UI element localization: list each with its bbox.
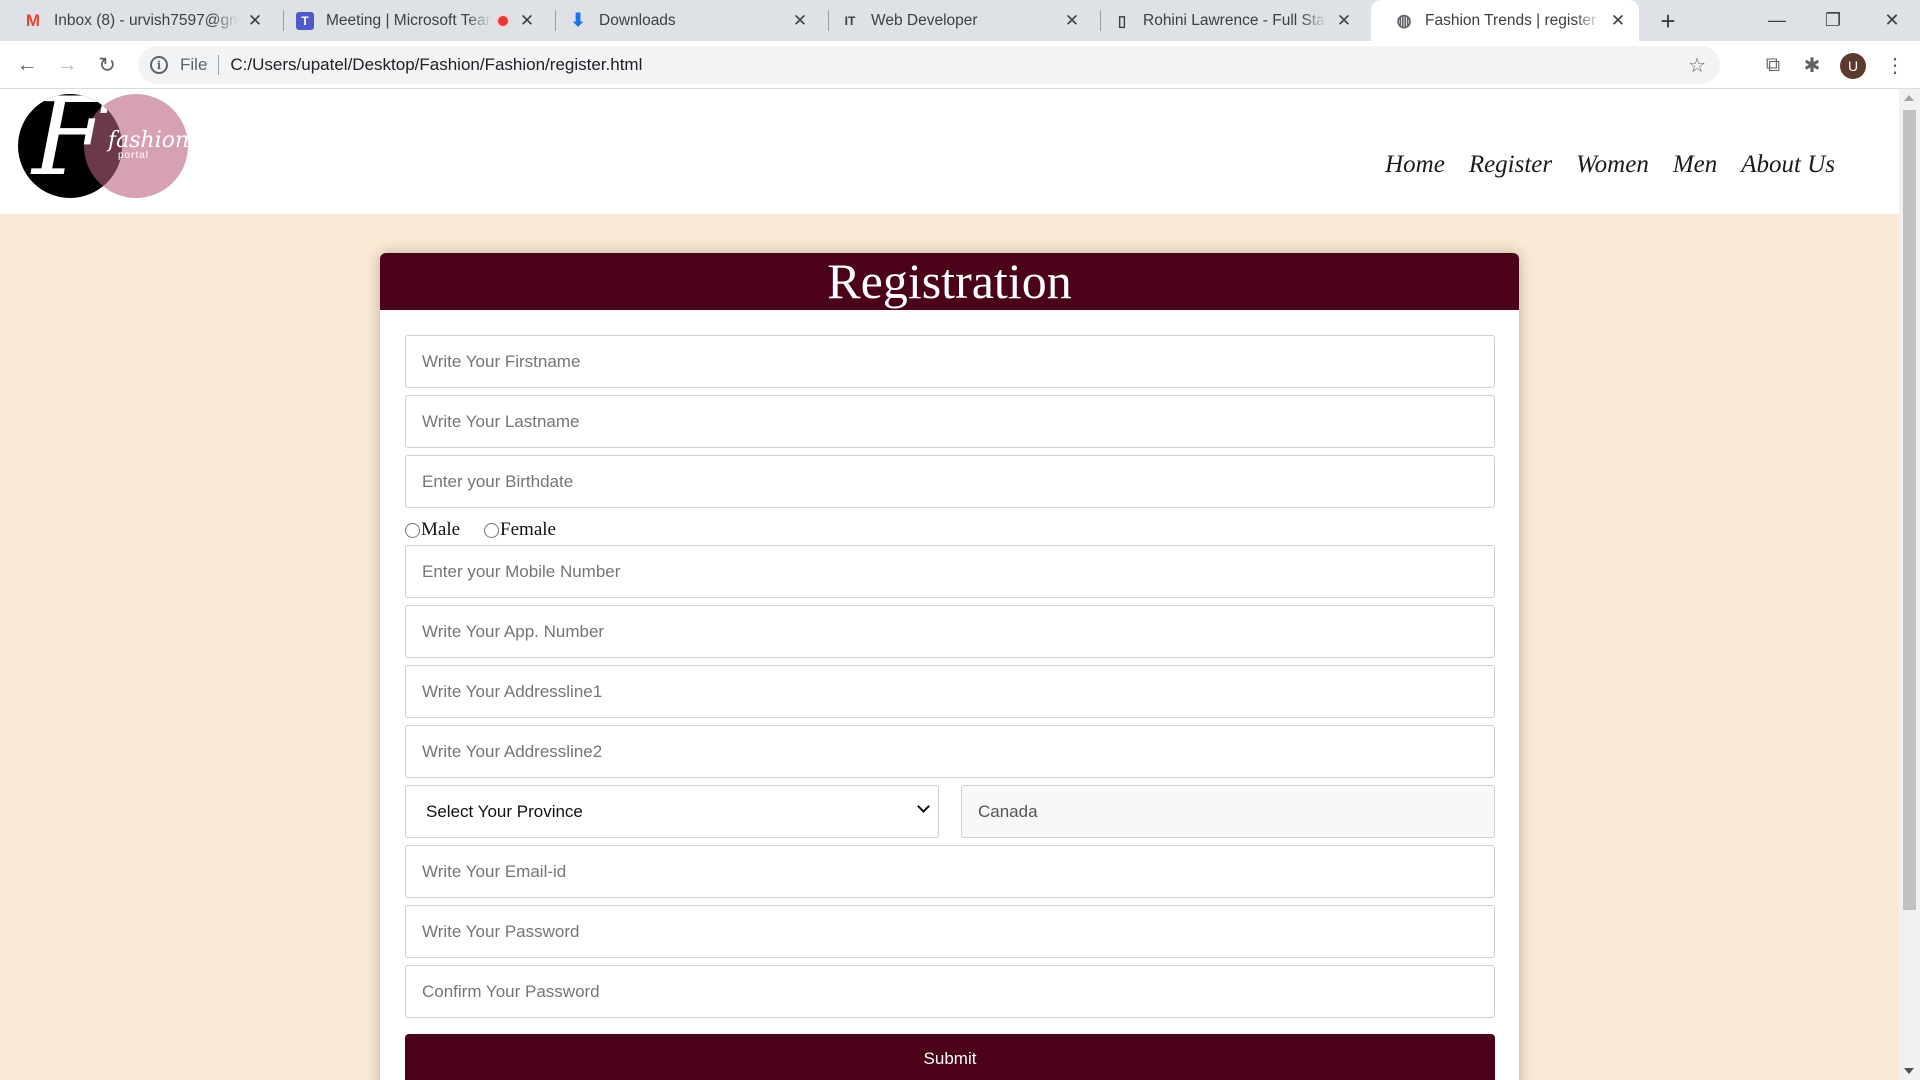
province-select[interactable]: Select Your Province xyxy=(405,785,939,838)
close-icon[interactable]: ✕ xyxy=(516,10,538,32)
restore-button[interactable]: ❐ xyxy=(1805,0,1861,41)
province-selected-value: Select Your Province xyxy=(426,801,583,821)
gmail-icon: M xyxy=(25,10,41,30)
back-button[interactable]: ← xyxy=(10,48,44,82)
tab-title: Fashion Trends | register xyxy=(1425,11,1601,30)
password-field[interactable] xyxy=(405,905,1495,958)
site-nav: Home Register Women Men About Us xyxy=(1385,151,1835,179)
logo-letter: F xyxy=(32,94,107,198)
avatar[interactable]: U xyxy=(1840,53,1866,79)
registration-card: Registration Male Female Select Your Pro… xyxy=(380,253,1519,1080)
address-bar[interactable]: i File C:/Users/upatel/Desktop/Fashion/F… xyxy=(138,46,1720,84)
omnibox-divider xyxy=(218,55,220,75)
close-icon[interactable]: ✕ xyxy=(244,10,266,32)
birthdate-field[interactable] xyxy=(405,455,1495,508)
url-text[interactable]: C:/Users/upatel/Desktop/Fashion/Fashion/… xyxy=(230,55,642,75)
country-field[interactable] xyxy=(961,785,1495,838)
tab-title: Downloads xyxy=(599,11,783,30)
site-logo[interactable]: F fashion portal xyxy=(18,94,189,198)
scroll-down-arrow-icon[interactable] xyxy=(1904,1068,1914,1074)
tab-title: Web Developer xyxy=(871,11,1055,30)
close-icon[interactable]: ✕ xyxy=(789,10,811,32)
tab-gmail[interactable]: M Inbox (8) - urvish7597@gmail.com ✕ xyxy=(0,0,276,41)
globe-icon: ◍ xyxy=(1396,10,1412,30)
close-window-button[interactable]: ✕ xyxy=(1864,0,1920,41)
submit-button[interactable]: Submit xyxy=(405,1034,1495,1080)
tab-title: Meeting | Microsoft Teams xyxy=(326,11,492,30)
registration-title: Registration xyxy=(380,253,1519,310)
nav-women[interactable]: Women xyxy=(1576,151,1649,179)
female-radio[interactable] xyxy=(484,522,500,538)
tab-title: Inbox (8) - urvish7597@gmail.com xyxy=(54,11,238,30)
forward-button[interactable]: → xyxy=(50,48,84,82)
new-tab-button[interactable]: + xyxy=(1652,6,1684,36)
confirm-password-field[interactable] xyxy=(405,965,1495,1018)
logo-black-circle: F xyxy=(18,94,122,198)
recording-icon xyxy=(496,13,510,28)
address-line1-field[interactable] xyxy=(405,665,1495,718)
nav-about-us[interactable]: About Us xyxy=(1741,151,1835,179)
tab-title: Rohini Lawrence - Full Stack Developer xyxy=(1143,11,1327,30)
more-menu-icon[interactable]: ⋮ xyxy=(1880,50,1910,80)
extensions-puzzle-icon[interactable]: ✱ xyxy=(1797,50,1827,80)
tab-fashion-register[interactable]: ◍ Fashion Trends | register ✕ xyxy=(1371,0,1639,41)
info-icon[interactable]: i xyxy=(150,56,168,74)
browser-toolbar: ← → ↻ i File C:/Users/upatel/Desktop/Fas… xyxy=(0,41,1920,89)
browser-tab-strip: M Inbox (8) - urvish7597@gmail.com ✕ T M… xyxy=(0,0,1920,41)
document-icon: ▯ xyxy=(1117,12,1127,30)
tab-teams[interactable]: T Meeting | Microsoft Teams ✕ xyxy=(272,0,548,41)
close-icon[interactable]: ✕ xyxy=(1607,10,1629,32)
logo-subtitle: portal xyxy=(118,150,150,161)
apt-number-field[interactable] xyxy=(405,605,1495,658)
firstname-field[interactable] xyxy=(405,335,1495,388)
reload-button[interactable]: ↻ xyxy=(90,48,124,82)
male-radio[interactable] xyxy=(405,522,420,538)
teams-icon: T xyxy=(296,11,314,30)
scheme-label: File xyxy=(180,55,208,74)
male-label: Male xyxy=(421,519,461,540)
lastname-field[interactable] xyxy=(405,395,1495,448)
address-line2-field[interactable] xyxy=(405,725,1495,778)
screen-share-icon[interactable]: ⧉ xyxy=(1758,50,1788,80)
close-icon[interactable]: ✕ xyxy=(1333,10,1355,32)
it-icon: IT xyxy=(844,13,856,28)
download-icon: ⬇ xyxy=(570,10,586,30)
page-viewport: F fashion portal Home Register Women Men… xyxy=(0,89,1899,1080)
tab-downloads[interactable]: ⬇ Downloads ✕ xyxy=(545,0,821,41)
chevron-down-icon xyxy=(917,800,930,813)
female-label: Female xyxy=(500,519,556,540)
site-header: F fashion portal Home Register Women Men… xyxy=(0,89,1899,214)
scroll-thumb[interactable] xyxy=(1903,110,1916,910)
minimize-button[interactable]: — xyxy=(1749,0,1805,41)
mobile-field[interactable] xyxy=(405,545,1495,598)
gender-group: Male Female xyxy=(405,517,556,543)
close-icon[interactable]: ✕ xyxy=(1061,10,1083,32)
email-field[interactable] xyxy=(405,845,1495,898)
page-scrollbar[interactable] xyxy=(1899,89,1920,1080)
bookmark-star-icon[interactable]: ☆ xyxy=(1688,53,1706,78)
nav-men[interactable]: Men xyxy=(1673,151,1717,179)
scroll-up-arrow-icon[interactable] xyxy=(1904,95,1914,101)
tab-rohini[interactable]: ▯ Rohini Lawrence - Full Stack Developer… xyxy=(1089,0,1365,41)
nav-register[interactable]: Register xyxy=(1469,151,1552,179)
tab-web-developer[interactable]: IT Web Developer ✕ xyxy=(817,0,1093,41)
nav-home[interactable]: Home xyxy=(1385,151,1445,179)
